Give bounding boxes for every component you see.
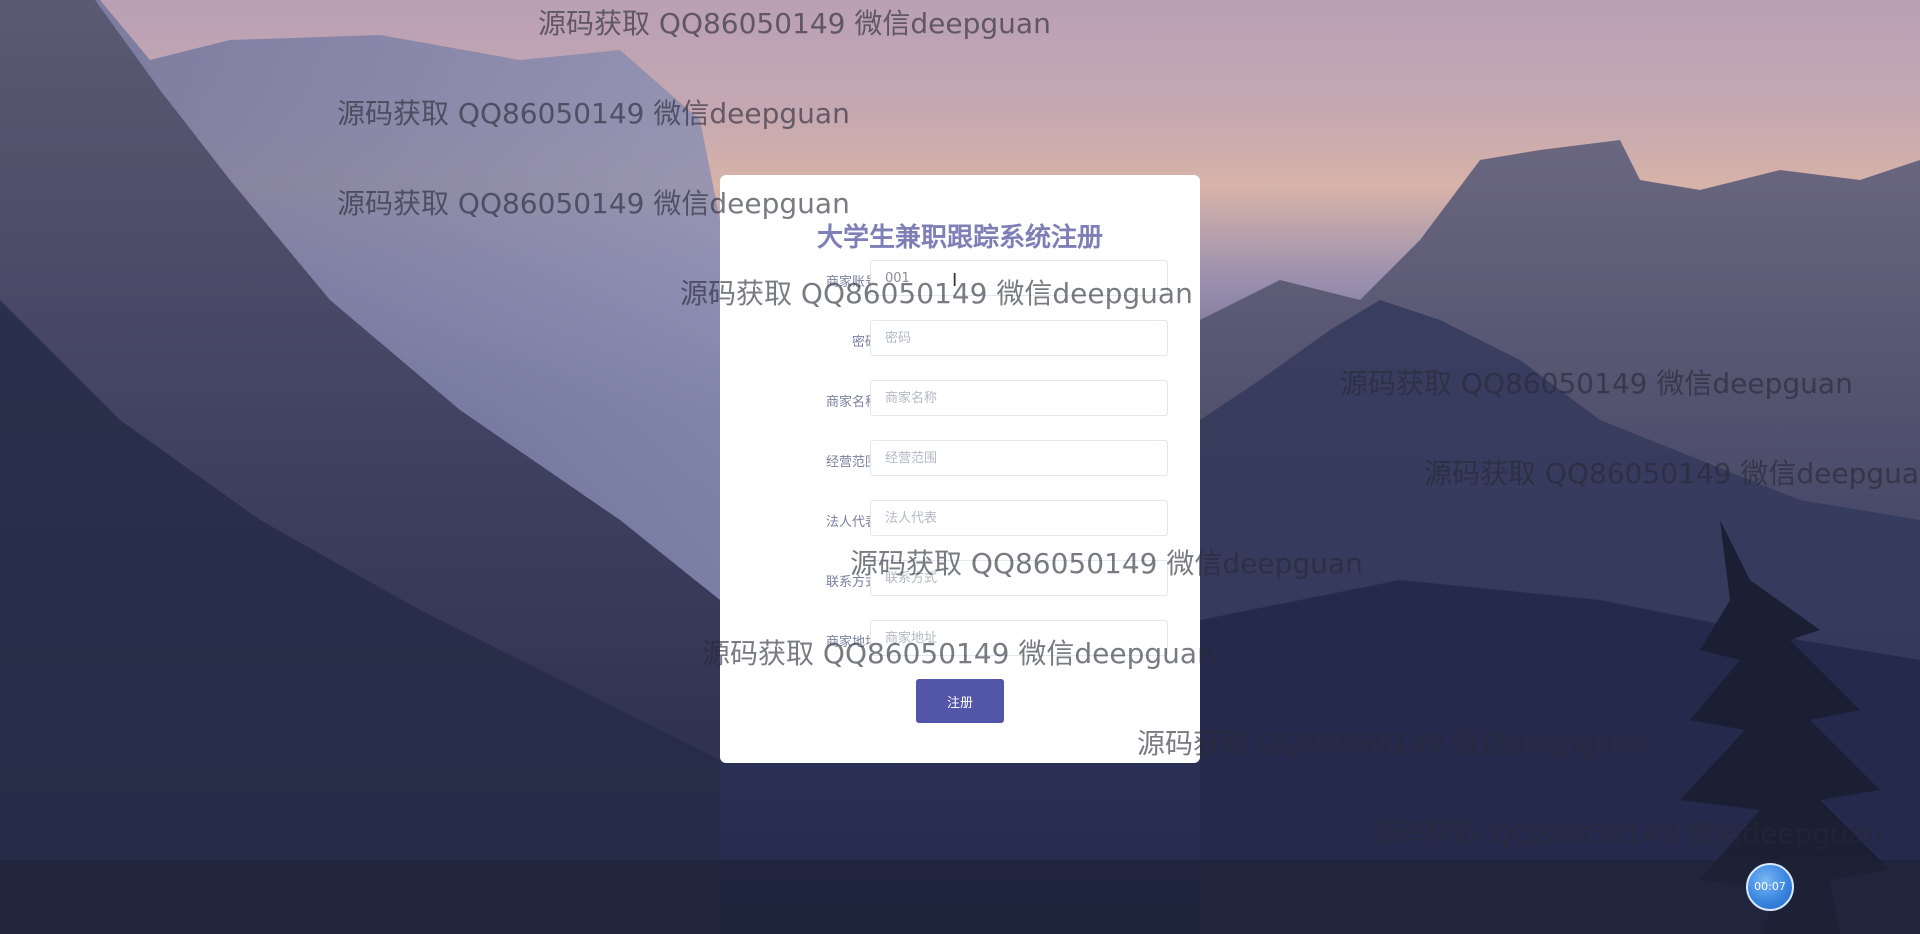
contact-input[interactable] bbox=[870, 560, 1168, 596]
merchant-name-input[interactable] bbox=[870, 380, 1168, 416]
merchant-address-label: 商家地址 bbox=[825, 635, 878, 650]
register-button[interactable]: 注册 bbox=[916, 679, 1004, 723]
form-row-contact: 联系方式 bbox=[720, 560, 1200, 600]
password-input[interactable] bbox=[870, 320, 1168, 356]
page-background: 源码获取 QQ86050149 微信deepguan 源码获取 QQ860501… bbox=[0, 0, 1920, 934]
timer-badge[interactable]: 00:07 bbox=[1746, 863, 1794, 911]
legal-representative-input[interactable] bbox=[870, 500, 1168, 536]
merchant-address-input[interactable] bbox=[870, 620, 1168, 656]
legal-representative-label: 法人代表 bbox=[825, 515, 878, 530]
password-label: 密码 bbox=[851, 335, 878, 350]
form-row-legal-rep: 法人代表 bbox=[720, 500, 1200, 540]
merchant-account-label: 商家账号 bbox=[825, 275, 878, 290]
form-row-address: 商家地址 bbox=[720, 620, 1200, 660]
text-cursor-icon: I bbox=[952, 270, 958, 291]
register-card: 大学生兼职跟踪系统注册 商家账号 密码 商家名称 经营范围 法人代表 联系方式 … bbox=[720, 175, 1200, 763]
form-row-merchant-name: 商家名称 bbox=[720, 380, 1200, 420]
form-row-account: 商家账号 bbox=[720, 260, 1200, 300]
merchant-name-label: 商家名称 bbox=[825, 395, 878, 410]
merchant-account-input[interactable] bbox=[870, 260, 1168, 296]
business-scope-label: 经营范围 bbox=[825, 455, 878, 470]
business-scope-input[interactable] bbox=[870, 440, 1168, 476]
page-title: 大学生兼职跟踪系统注册 bbox=[816, 223, 1103, 253]
contact-label: 联系方式 bbox=[825, 575, 878, 590]
form-row-password: 密码 bbox=[720, 320, 1200, 360]
form-row-business-scope: 经营范围 bbox=[720, 440, 1200, 480]
